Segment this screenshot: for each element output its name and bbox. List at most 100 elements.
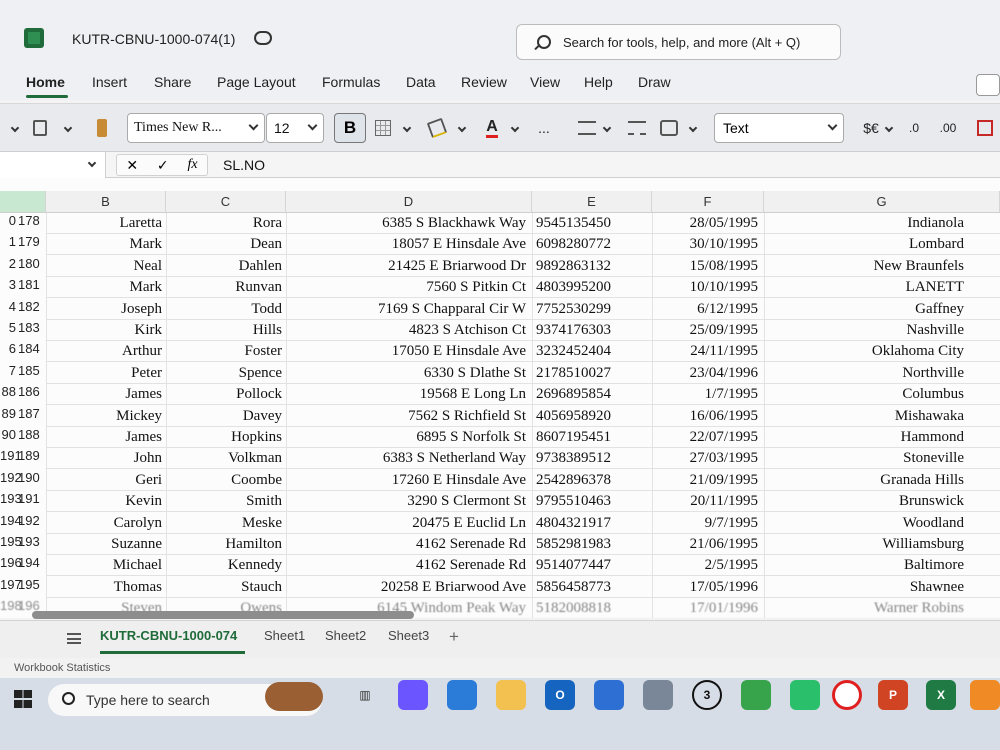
font-family-select[interactable]: Times New R... <box>127 113 265 143</box>
last-name-cell[interactable]: Hills <box>168 320 286 341</box>
first-name-cell[interactable]: John <box>48 448 166 469</box>
date-cell[interactable]: 27/03/1995 <box>652 448 762 469</box>
phone-cell[interactable]: 5856458773 <box>532 577 650 598</box>
column-header-e[interactable]: E <box>532 191 652 213</box>
date-cell[interactable]: 17/05/1996 <box>652 577 762 598</box>
first-name-cell[interactable]: Laretta <box>48 213 166 234</box>
excel-taskbar-icon[interactable]: X <box>926 680 956 710</box>
paste-icon[interactable] <box>30 114 50 142</box>
tab-page-layout[interactable]: Page Layout <box>217 74 296 90</box>
phone-cell[interactable]: 5182008818 <box>532 598 650 618</box>
column-header-c[interactable]: C <box>166 191 286 213</box>
address-cell[interactable]: 4162 Serenade Rd <box>288 534 530 555</box>
first-name-cell[interactable]: Michael <box>48 555 166 576</box>
tab-formulas[interactable]: Formulas <box>322 74 380 90</box>
address-cell[interactable]: 20475 E Euclid Ln <box>288 513 530 534</box>
merge-dropdown[interactable] <box>686 114 700 142</box>
font-size-select[interactable]: 12 <box>266 113 324 143</box>
last-name-cell[interactable]: Pollock <box>168 384 286 405</box>
date-cell[interactable]: 17/01/1996 <box>652 598 762 618</box>
city-cell[interactable]: Oklahoma City <box>764 341 964 362</box>
first-name-cell[interactable]: Mark <box>48 277 166 298</box>
city-cell[interactable]: Woodland <box>764 513 964 534</box>
sheet-tab-sheet1[interactable]: Sheet1 <box>264 628 305 643</box>
first-name-cell[interactable]: Joseph <box>48 299 166 320</box>
cancel-icon[interactable]: ✕ <box>126 157 138 174</box>
address-cell[interactable]: 17050 E Hinsdale Ave <box>288 341 530 362</box>
table-row[interactable]: 192 190 Geri Coombe 17260 E Hinsdale Ave… <box>0 470 1000 491</box>
address-cell[interactable]: 19568 E Long Ln <box>288 384 530 405</box>
address-cell[interactable]: 7560 S Pitkin Ct <box>288 277 530 298</box>
address-cell[interactable]: 6385 S Blackhawk Way <box>288 213 530 234</box>
date-cell[interactable]: 15/08/1995 <box>652 256 762 277</box>
first-name-cell[interactable]: James <box>48 427 166 448</box>
last-name-cell[interactable]: Foster <box>168 341 286 362</box>
borders-dropdown[interactable] <box>400 114 414 142</box>
phone-cell[interactable]: 9374176303 <box>532 320 650 341</box>
whatsapp-icon[interactable]: 3 <box>692 680 722 710</box>
insert-function-icon[interactable]: fx <box>187 157 197 173</box>
column-header-b[interactable]: B <box>46 191 166 213</box>
table-row[interactable]: 197 195 Thomas Stauch 20258 E Briarwood … <box>0 577 1000 598</box>
camera-icon[interactable] <box>643 680 673 710</box>
table-row[interactable]: 3 181 Mark Runvan 7560 S Pitkin Ct 48039… <box>0 277 1000 299</box>
address-cell[interactable]: 7562 S Richfield St <box>288 406 530 427</box>
first-name-cell[interactable]: Geri <box>48 470 166 491</box>
phone-cell[interactable]: 6098280772 <box>532 234 650 255</box>
number-format-select[interactable]: Text <box>714 113 844 143</box>
table-row[interactable]: 191 189 John Volkman 6383 S Netherland W… <box>0 448 1000 470</box>
worksheet-grid[interactable]: B C D E F G 0 178 Laretta Rora 6385 S Bl… <box>0 178 1000 618</box>
row-number[interactable]: 89 187 <box>0 406 46 427</box>
last-name-cell[interactable]: Meske <box>168 513 286 534</box>
table-row[interactable]: 194 192 Carolyn Meske 20475 E Euclid Ln … <box>0 513 1000 534</box>
city-cell[interactable]: Baltimore <box>764 555 964 576</box>
first-name-cell[interactable]: Suzanne <box>48 534 166 555</box>
phone-cell[interactable]: 9738389512 <box>532 448 650 469</box>
enter-icon[interactable]: ✓ <box>157 157 169 174</box>
column-header-a[interactable] <box>0 191 46 213</box>
phone-cell[interactable]: 2542896378 <box>532 470 650 491</box>
city-cell[interactable]: Shawnee <box>764 577 964 598</box>
address-cell[interactable]: 6383 S Netherland Way <box>288 448 530 469</box>
city-cell[interactable]: Granada Hills <box>764 470 964 491</box>
first-name-cell[interactable]: Neal <box>48 256 166 277</box>
city-cell[interactable]: Williamsburg <box>764 534 964 555</box>
date-cell[interactable]: 25/09/1995 <box>652 320 762 341</box>
last-name-cell[interactable]: Todd <box>168 299 286 320</box>
city-cell[interactable]: Brunswick <box>764 491 964 512</box>
address-cell[interactable]: 7169 S Chapparal Cir W <box>288 299 530 320</box>
formula-input[interactable]: SL.NO <box>223 157 265 173</box>
tools-search-box[interactable]: Search for tools, help, and more (Alt + … <box>516 24 841 60</box>
row-number[interactable]: 2 180 <box>0 256 46 277</box>
edge-icon[interactable] <box>447 680 477 710</box>
row-number[interactable]: 193 191 <box>0 491 46 512</box>
last-name-cell[interactable]: Dahlen <box>168 256 286 277</box>
address-cell[interactable]: 6895 S Norfolk St <box>288 427 530 448</box>
city-cell[interactable]: LANETT <box>764 277 964 298</box>
date-cell[interactable]: 6/12/1995 <box>652 299 762 320</box>
tab-draw[interactable]: Draw <box>638 74 671 90</box>
phone-cell[interactable]: 9892863132 <box>532 256 650 277</box>
chrome-profile-icon[interactable] <box>790 680 820 710</box>
phone-cell[interactable]: 9514077447 <box>532 555 650 576</box>
file-explorer-icon[interactable] <box>496 680 526 710</box>
row-number[interactable]: 6 184 <box>0 341 46 362</box>
date-cell[interactable]: 23/04/1996 <box>652 363 762 384</box>
phone-cell[interactable]: 9795510463 <box>532 491 650 512</box>
paste-dropdown[interactable] <box>58 114 78 142</box>
powerpoint-icon[interactable]: P <box>878 680 908 710</box>
city-cell[interactable]: Nashville <box>764 320 965 341</box>
alignment-icon[interactable] <box>576 114 598 142</box>
phone-cell[interactable]: 2696895854 <box>532 384 650 405</box>
city-cell[interactable]: Northville <box>764 363 964 384</box>
copilot-icon[interactable] <box>398 680 428 710</box>
city-cell[interactable]: Lombard <box>764 234 964 255</box>
first-name-cell[interactable]: Thomas <box>48 577 166 598</box>
table-row[interactable]: 196 194 Michael Kennedy 4162 Serenade Rd… <box>0 555 1000 577</box>
sheet-tab-sheet2[interactable]: Sheet2 <box>325 628 366 643</box>
last-name-cell[interactable]: Hopkins <box>168 427 286 448</box>
first-name-cell[interactable]: Arthur <box>48 341 166 362</box>
borders-icon[interactable] <box>373 114 393 142</box>
sheet-tab-sheet3[interactable]: Sheet3 <box>388 628 429 643</box>
currency-format-button[interactable]: $€ <box>858 114 884 142</box>
